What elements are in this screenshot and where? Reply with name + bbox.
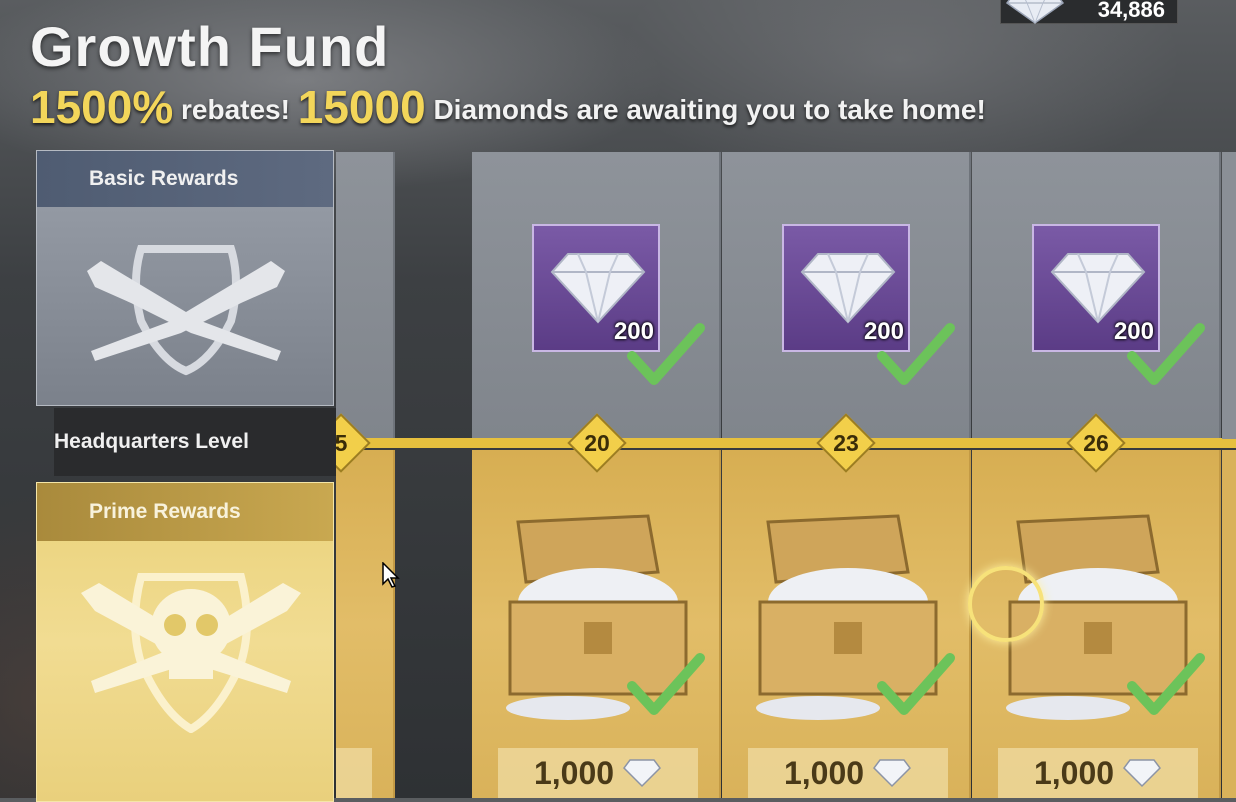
mouse-cursor-icon [382,562,400,588]
basic-rewards-panel: Basic Rewards [36,150,334,406]
diamond-icon [623,759,662,788]
tier-column: 200 1,000 [722,152,971,798]
page-title: Growth Fund [30,15,390,78]
diamond-icon [873,759,912,788]
diamond-icon [800,253,896,324]
tier-column: 200 00 [336,152,395,798]
prime-reward-amount: 1,000 [498,748,698,798]
rebate-text: rebates! [181,94,290,125]
prime-reward-amount: 1,000 [998,748,1198,798]
tier-column: 200 1,000 [972,152,1221,798]
check-icon [1127,323,1205,385]
prime-rewards-label: Prime Rewards [37,483,333,541]
level-marker: 23 [816,413,876,473]
diamond-icon [1005,0,1065,25]
rebate-percent: 1500% [30,81,174,133]
promo-subtitle: 1500% rebates! 15000 Diamonds are awaiti… [30,80,986,134]
prime-rewards-panel: Prime Rewards [36,482,334,802]
diamond-icon [1123,759,1162,788]
prime-reward-amount: 1,000 [748,748,948,798]
currency-display[interactable]: 34,886 [1000,0,1178,25]
check-icon [627,323,705,385]
level-marker: 5 [336,413,371,473]
level-marker: 20 [567,413,627,473]
diamond-total: 15000 [297,81,426,133]
tap-highlight-ring [968,566,1044,642]
diamond-icon [1050,253,1146,324]
prime-reward-amount: 00 [336,748,372,798]
headquarters-level-label: Headquarters Level [54,408,354,476]
reward-track: 200 00 200 [336,152,1236,798]
currency-value: 34,886 [1097,0,1165,22]
check-icon [627,653,705,715]
crossed-rifles-icon [87,245,285,376]
diamond-icon [550,253,646,324]
level-marker: 26 [1066,413,1126,473]
skull-emblem-icon [81,573,301,733]
diamond-text: Diamonds are awaiting you to take home! [433,94,986,125]
tier-column: 200 1,000 [472,152,721,798]
check-icon [1127,653,1205,715]
check-icon [877,653,955,715]
basic-rewards-label: Basic Rewards [37,151,333,207]
check-icon [877,323,955,385]
